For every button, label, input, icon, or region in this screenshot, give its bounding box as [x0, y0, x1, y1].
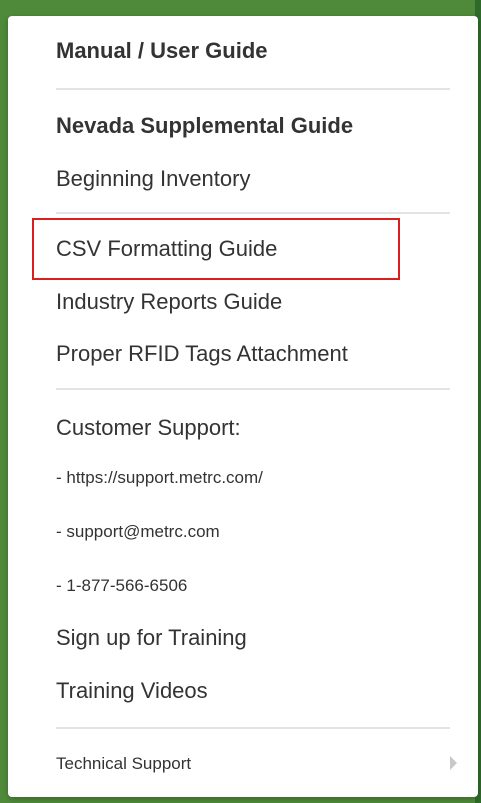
menu-item-rfid-tags[interactable]: Proper RFID Tags Attachment	[56, 341, 348, 367]
menu-item-training-signup[interactable]: Sign up for Training	[56, 625, 247, 651]
menu-label-customer-support: Customer Support:	[56, 415, 241, 440]
menu-item-support-url[interactable]: - https://support.metrc.com/	[56, 468, 263, 488]
menu-item-industry-reports-guide[interactable]: Industry Reports Guide	[56, 289, 282, 315]
menu-divider	[56, 727, 450, 729]
highlight-box	[32, 218, 400, 280]
menu-item-technical-support[interactable]: Technical Support	[56, 754, 191, 774]
menu-item-nevada-guide[interactable]: Nevada Supplemental Guide	[56, 113, 353, 139]
menu-divider	[56, 212, 450, 214]
menu-divider	[56, 388, 450, 390]
menu-item-beginning-inventory[interactable]: Beginning Inventory	[56, 166, 250, 192]
chevron-right-icon	[450, 756, 457, 770]
menu-divider	[56, 88, 450, 90]
menu-item-manual[interactable]: Manual / User Guide	[56, 38, 268, 64]
menu-item-training-videos[interactable]: Training Videos	[56, 678, 208, 704]
menu-item-support-phone: - 1-877-566-6506	[56, 576, 188, 595]
menu-item-support-email[interactable]: - support@metrc.com	[56, 522, 220, 542]
